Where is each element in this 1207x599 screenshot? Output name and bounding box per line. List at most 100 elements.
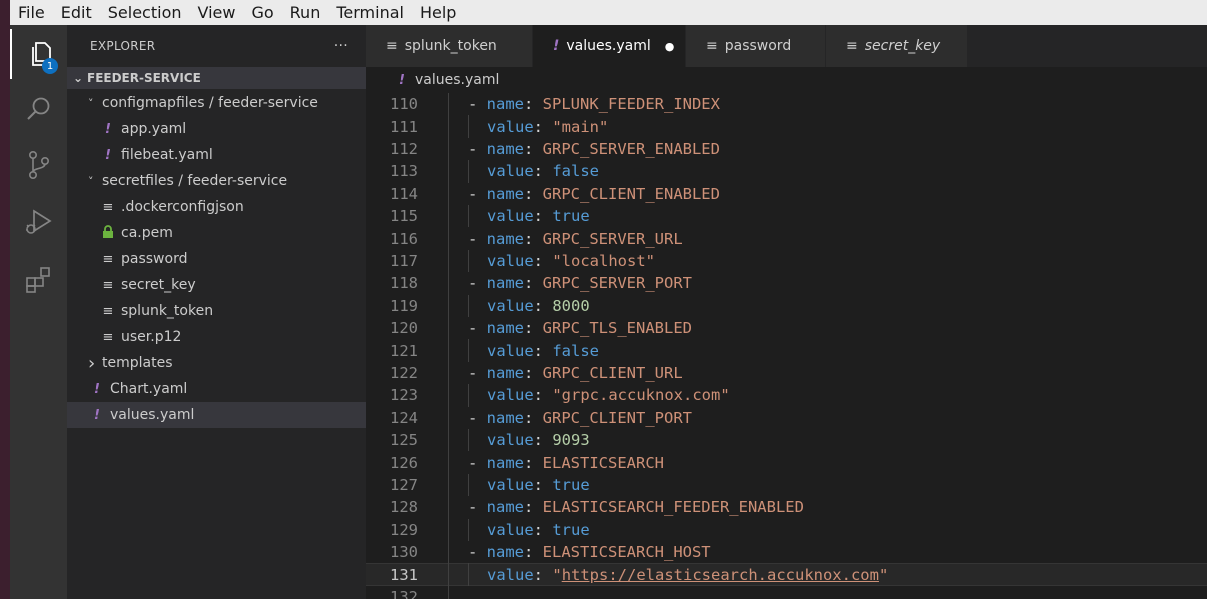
yaml-key: value	[487, 251, 534, 270]
file-item[interactable]: ! filebeat.yaml	[67, 142, 366, 168]
editor-tabs: ≡ splunk_token! values.yaml ● ≡ password ≡ secr…	[366, 25, 1207, 67]
line-number: 118	[390, 274, 418, 293]
menu-file[interactable]: File	[10, 3, 53, 22]
dash: -	[468, 95, 487, 114]
file-item[interactable]: ≡ .dockerconfigjson	[67, 194, 366, 220]
tree-item-label: ca.pem	[121, 225, 173, 241]
code-line: 114 - name: GRPC_CLIENT_ENABLED	[366, 182, 1207, 205]
file-item[interactable]: ! app.yaml	[67, 116, 366, 142]
line-number: 119	[390, 296, 418, 315]
indent-guide	[468, 205, 469, 228]
search-activity-button[interactable]	[10, 84, 67, 134]
yaml-value-link[interactable]: https://elasticsearch.accuknox.com	[562, 566, 879, 584]
file-item[interactable]: ≡ secret_key	[67, 272, 366, 298]
breadcrumb-file[interactable]: values.yaml	[415, 72, 499, 88]
yaml-value: "grpc.accuknox.com"	[552, 386, 730, 405]
file-item[interactable]: ! values.yaml	[67, 402, 366, 428]
explorer-activity-button[interactable]: 1	[10, 29, 67, 79]
yaml-key: name	[486, 274, 524, 293]
yaml-key: value	[487, 475, 534, 494]
colon: :	[533, 117, 553, 136]
dash: -	[468, 543, 487, 562]
text-file-icon: ≡	[102, 329, 114, 345]
indent-guide	[468, 384, 469, 407]
menu-go[interactable]: Go	[243, 3, 281, 22]
indent-guide	[448, 160, 449, 183]
file-item[interactable]: ca.pem	[67, 220, 366, 246]
text-file-icon: ≡	[386, 38, 398, 54]
colon: :	[533, 386, 553, 405]
run-debug-activity-button[interactable]	[10, 197, 67, 247]
yaml-key: value	[487, 520, 534, 539]
yaml-key: value	[487, 296, 534, 315]
line-number: 131	[390, 565, 418, 584]
indent-guide	[448, 473, 449, 497]
yaml-key: value	[487, 341, 534, 360]
extensions-activity-button[interactable]	[10, 255, 67, 305]
menu-run[interactable]: Run	[282, 3, 329, 22]
menu-view[interactable]: View	[190, 3, 244, 22]
file-item[interactable]: ! Chart.yaml	[67, 376, 366, 402]
yaml-value: true	[552, 475, 590, 494]
search-icon	[26, 97, 49, 120]
yaml-file-icon: !	[94, 381, 100, 397]
unsaved-dot-icon[interactable]: ●	[665, 40, 675, 53]
file-item[interactable]: ≡ splunk_token	[67, 298, 366, 324]
folder-item[interactable]: ˅ configmapfiles / feeder-service	[67, 90, 366, 116]
line-number: 120	[390, 319, 418, 338]
tree-item-label: password	[121, 251, 188, 267]
colon: :	[524, 498, 543, 517]
menu-selection[interactable]: Selection	[100, 3, 190, 22]
tree-item-label: secret_key	[121, 277, 196, 293]
indent-guide	[468, 518, 469, 541]
yaml-value: "localhost"	[552, 251, 655, 270]
indent-guide	[448, 496, 449, 519]
code-text: - name: GRPC_CLIENT_ENABLED	[468, 185, 720, 203]
source-control-activity-button[interactable]	[10, 140, 67, 190]
explorer-more-button[interactable]: ···	[334, 38, 348, 54]
indent-guide	[448, 451, 449, 474]
indent-guide	[448, 585, 449, 599]
menu-edit[interactable]: Edit	[53, 3, 100, 22]
code-text: - name: ELASTICSEARCH_FEEDER_ENABLED	[468, 498, 804, 516]
code-text: value: "localhost"	[487, 252, 655, 270]
yaml-file-icon: !	[553, 38, 560, 54]
colon: :	[533, 431, 553, 450]
indent-guide	[448, 294, 449, 317]
tree-item-label: user.p12	[121, 329, 182, 345]
line-number: 114	[390, 184, 418, 203]
tree-item-label: filebeat.yaml	[121, 147, 213, 163]
tree-item-label: templates	[102, 355, 173, 371]
code-line: 110 - name: SPLUNK_FEEDER_INDEX	[366, 93, 1207, 116]
yaml-key: value	[487, 386, 534, 405]
code-line: 117 value: "localhost"	[366, 249, 1207, 273]
code-text: value: "https://elasticsearch.accuknox.c…	[487, 566, 888, 584]
line-number: 121	[390, 341, 418, 360]
indent-guide	[448, 227, 449, 250]
line-number: 113	[390, 162, 418, 181]
file-item[interactable]: ≡ password	[67, 246, 366, 272]
tab-splunk-token[interactable]: ≡ splunk_token	[366, 25, 533, 67]
yaml-file-icon: !	[94, 407, 100, 423]
dash: -	[468, 408, 487, 427]
line-number: 122	[390, 363, 418, 382]
yaml-value: GRPC_SERVER_URL	[542, 229, 683, 248]
colon: :	[533, 251, 553, 270]
workspace-section-header[interactable]: ⌄ FEEDER-SERVICE	[67, 67, 366, 89]
tab-secret-key[interactable]: ≡ secret_key	[826, 25, 968, 67]
tab-label: values.yaml	[566, 38, 651, 54]
code-line: 131 value: "https://elasticsearch.accukno…	[366, 563, 1207, 586]
code-editor[interactable]: 110 - name: SPLUNK_FEEDER_INDEX 111 value: …	[366, 93, 1207, 599]
code-line: 112 - name: GRPC_SERVER_ENABLED	[366, 137, 1207, 161]
menu-help[interactable]: Help	[412, 3, 464, 22]
chevron-down-icon: ˅	[88, 174, 94, 188]
workspace-section-label: FEEDER-SERVICE	[87, 71, 201, 85]
folder-item[interactable]: › templates	[67, 350, 366, 376]
folder-item[interactable]: ˅ secretfiles / feeder-service	[67, 168, 366, 194]
code-text: value: 8000	[487, 297, 590, 315]
menu-terminal[interactable]: Terminal	[328, 3, 412, 22]
tab-values-yaml[interactable]: ! values.yaml ●	[533, 25, 686, 67]
file-item[interactable]: ≡ user.p12	[67, 324, 366, 350]
tab-password[interactable]: ≡ password	[686, 25, 826, 67]
code-text: value: 9093	[487, 431, 590, 449]
